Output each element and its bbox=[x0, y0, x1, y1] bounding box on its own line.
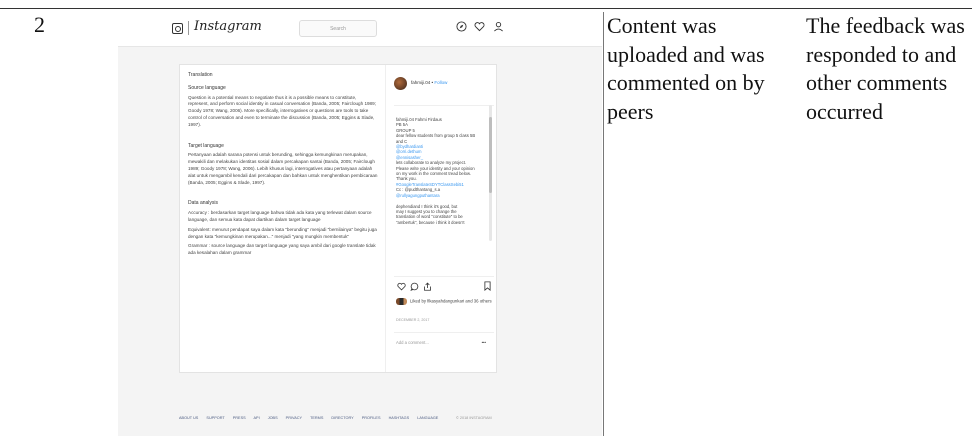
compass-icon[interactable] bbox=[455, 20, 467, 32]
like-heart-icon[interactable] bbox=[396, 281, 406, 291]
comment-icon[interactable] bbox=[409, 281, 419, 291]
likes-text[interactable]: Liked by fikasyahdangunkari and 36 other… bbox=[410, 299, 492, 304]
activity-description: Content was uploaded and was commented o… bbox=[607, 13, 765, 124]
footer-link[interactable]: PROFILES bbox=[362, 416, 381, 420]
bookmark-icon[interactable] bbox=[482, 281, 492, 291]
instagram-footer: ABOUT US SUPPORT PRESS API JOBS PRIVACY … bbox=[179, 416, 579, 420]
target-language-label: Target language bbox=[188, 142, 224, 149]
caption: fahmiji.04 Fahmi Firdaus PB 5A GROUP 5 d… bbox=[396, 117, 484, 225]
column-divider bbox=[603, 12, 604, 436]
divider bbox=[394, 276, 494, 277]
divider bbox=[394, 105, 494, 106]
analysis-grammar: Grammar : source language dan target lan… bbox=[188, 243, 376, 256]
instagram-post: Translation Source language Question is … bbox=[179, 64, 497, 373]
footer-link[interactable]: DIRECTORY bbox=[331, 416, 353, 420]
footer-link[interactable]: ABOUT US bbox=[179, 416, 198, 420]
add-comment-placeholder: Add a comment... bbox=[396, 340, 429, 345]
camera-icon[interactable] bbox=[172, 23, 183, 34]
footer-link[interactable]: JOBS bbox=[268, 416, 278, 420]
search-input[interactable]: Search bbox=[299, 20, 377, 37]
avatar[interactable] bbox=[394, 77, 407, 90]
data-analysis-label: Data analysis bbox=[188, 200, 219, 207]
footer-link[interactable]: SUPPORT bbox=[206, 416, 224, 420]
table-top-rule bbox=[0, 8, 972, 9]
username[interactable]: fahmiji.04 bbox=[411, 80, 430, 85]
caption-line: dear fellow students from group 5 class … bbox=[396, 133, 476, 139]
post-actions bbox=[396, 281, 492, 293]
scrollbar-thumb[interactable] bbox=[489, 117, 492, 193]
heart-icon[interactable] bbox=[473, 20, 485, 32]
analysis-accuracy: Accuracy : berdasarkan target language b… bbox=[188, 210, 372, 222]
row-number: 2 bbox=[34, 12, 45, 37]
comments-scrollbar[interactable] bbox=[489, 105, 492, 241]
post-date: DECEMBER 2, 2017 bbox=[396, 318, 430, 322]
instagram-screenshot: Instagram Search Translation Source lang… bbox=[118, 12, 602, 436]
profile-icon[interactable] bbox=[492, 20, 504, 32]
comment-line: "ambertuk", because i think it doesn't bbox=[396, 219, 465, 225]
follow-button[interactable]: Follow bbox=[434, 80, 447, 85]
footer-link[interactable]: PRIVACY bbox=[286, 416, 302, 420]
footer-link[interactable]: API bbox=[254, 416, 260, 420]
footer-link[interactable]: PRESS bbox=[233, 416, 246, 420]
instagram-topbar: Instagram Search bbox=[118, 12, 602, 47]
search-placeholder: Search bbox=[330, 25, 346, 32]
likes-summary: Liked by fikasyahdangunkari and 36 other… bbox=[396, 298, 492, 305]
analysis-equivalent: Equivalent: menurut pendapat saya dalam … bbox=[188, 226, 377, 239]
divider bbox=[394, 332, 494, 333]
instagram-logo[interactable]: Instagram bbox=[194, 19, 262, 34]
footer-link[interactable]: TERMS bbox=[310, 416, 323, 420]
post-sidebar: fahmiji.04 • Follow fahmiji.04 Fahmi Fir… bbox=[385, 65, 497, 372]
liker-avatars bbox=[396, 298, 407, 305]
footer-link[interactable]: HASHTAGS bbox=[389, 416, 410, 420]
more-options-icon[interactable]: ••• bbox=[482, 340, 486, 345]
source-language-label: Source language bbox=[188, 84, 226, 91]
footer-link[interactable]: LANGUAGE bbox=[417, 416, 438, 420]
outcome-description: The feedback was responded to and other … bbox=[806, 13, 965, 124]
logo-separator bbox=[188, 21, 189, 35]
target-language-text: Pertanyaan adalah sarana potensi untuk b… bbox=[188, 152, 378, 185]
copyright: © 2018 INSTAGRAM bbox=[456, 416, 492, 420]
follow-separator: • bbox=[431, 80, 434, 85]
post-heading: Translation bbox=[188, 72, 213, 78]
post-image-text: Translation Source language Question is … bbox=[188, 69, 378, 257]
post-author: fahmiji.04 • Follow bbox=[411, 80, 447, 85]
source-language-text: Question is a potential means to negotia… bbox=[188, 94, 376, 127]
share-icon[interactable] bbox=[422, 281, 432, 291]
add-comment-input[interactable]: Add a comment... ••• bbox=[396, 340, 486, 345]
